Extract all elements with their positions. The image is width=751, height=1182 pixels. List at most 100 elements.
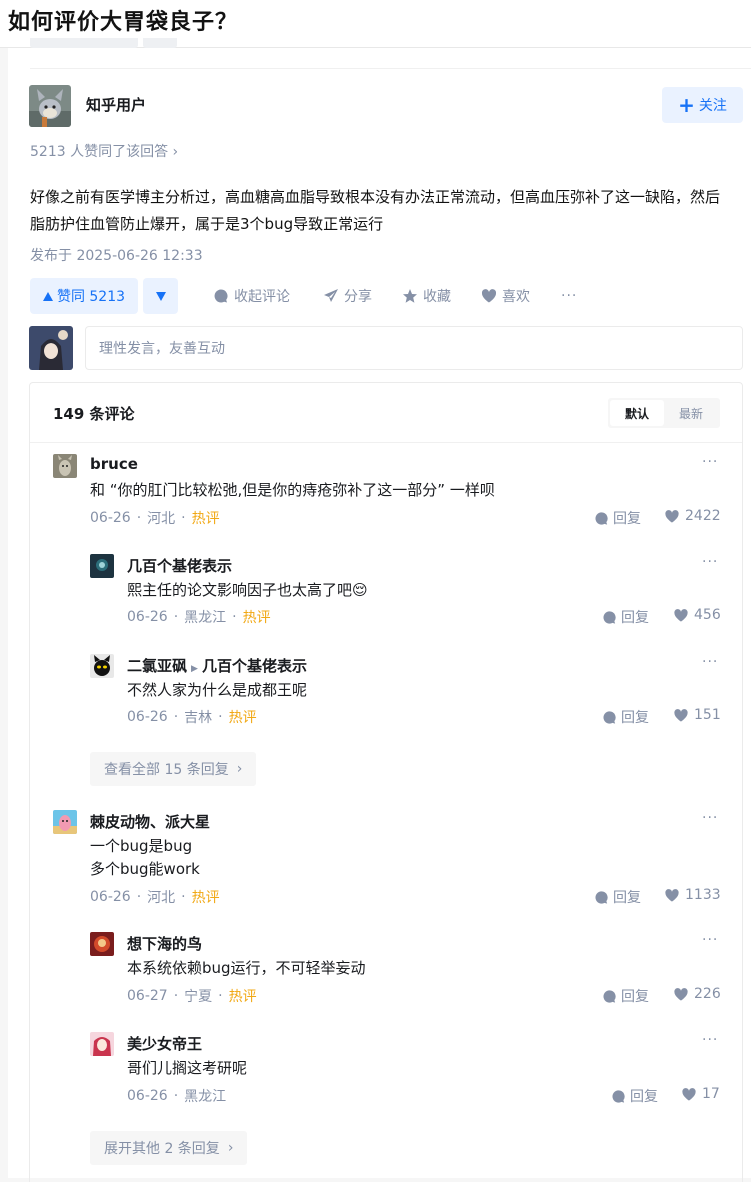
collapse-comments-label: 收起评论: [234, 289, 290, 305]
reply-target[interactable]: 几百个基佬表示: [202, 657, 307, 675]
triangle-down-icon: [155, 291, 166, 301]
comment-text-line: 多个bug能work: [90, 860, 200, 878]
reply-arrow-icon: ▶: [191, 664, 198, 674]
comment-text: 不然人家为什么是成都王呢: [127, 681, 308, 699]
like-count: 17: [702, 1086, 720, 1102]
comment-author[interactable]: bruce: [90, 455, 138, 473]
like-count: 1133: [685, 887, 721, 903]
sort-newest-tab[interactable]: 最新: [664, 400, 718, 426]
comments-section: 149 条评论 默认 最新 bruce ··· 和 “你的肛门比较松弛,但是你的…: [29, 382, 743, 1182]
comment-input-placeholder: 理性发言，友善互动: [99, 341, 225, 357]
comment-meta: 06-26 · 河北 · 热评: [90, 510, 220, 527]
comment-text-line: 一个bug是bug: [90, 837, 193, 855]
reply-button[interactable]: 回复: [611, 1086, 658, 1106]
question-title[interactable]: 如何评价大胃袋良子？: [8, 4, 238, 36]
like-count: 2422: [685, 508, 721, 524]
comment-like-button[interactable]: 151: [673, 707, 721, 723]
reply-button[interactable]: 回复: [602, 607, 649, 627]
favorite-label: 收藏: [423, 289, 451, 305]
more-actions-button[interactable]: ···: [561, 278, 577, 314]
comment-author[interactable]: 几百个基佬表示: [127, 555, 232, 576]
triangle-up-icon: [42, 291, 53, 301]
answer-body: 好像之前有医学博主分析过，高血糖高血脂导致根本没有办法正常流动，但高血压弥补了这…: [30, 188, 721, 233]
like-count: 226: [694, 986, 721, 1002]
reply-button[interactable]: 回复: [602, 986, 649, 1006]
comment-text: 熙主任的论文影响因子也太高了吧😌: [127, 581, 368, 599]
hot-badge: 热评: [191, 511, 220, 527]
answer-card: 知乎用户 + 关注 5213 人赞同了该回答 › 好像之前有医学博主分析过，高血…: [8, 48, 751, 1182]
comment-meta: 06-27 · 宁夏 · 热评: [127, 988, 257, 1005]
comment-like-button[interactable]: 456: [673, 607, 721, 623]
comment-input[interactable]: 理性发言，友善互动: [85, 326, 743, 370]
comment-more-button[interactable]: ···: [702, 554, 718, 570]
divider: [30, 68, 751, 69]
comment-text: 本系统依赖bug运行，不可轻举妄动: [127, 959, 366, 977]
avatar[interactable]: [53, 454, 77, 478]
heart-icon: [674, 708, 688, 722]
collapse-comments-button[interactable]: 收起评论: [213, 278, 290, 314]
share-button[interactable]: 分享: [323, 278, 372, 314]
comment-more-button[interactable]: ···: [702, 654, 718, 670]
publish-time: 发布于 2025-06-26 12:33: [30, 248, 203, 264]
expand-replies-button[interactable]: 展开其他 2 条回复 ›: [90, 1131, 248, 1165]
current-user-avatar: [29, 326, 73, 370]
comment-bubble-icon: [214, 289, 228, 303]
upvote-summary[interactable]: 5213 人赞同了该回答 ›: [30, 141, 178, 161]
chevron-right-icon: ›: [236, 761, 243, 777]
comment-meta: 06-26 · 河北 · 热评: [90, 889, 220, 906]
avatar[interactable]: [53, 810, 77, 834]
comment-like-button[interactable]: 17: [681, 1086, 720, 1102]
hot-badge: 热评: [191, 890, 220, 906]
avatar[interactable]: [90, 654, 114, 678]
comment-meta: 06-26 · 黑龙江: [127, 1088, 227, 1105]
comment-more-button[interactable]: ···: [702, 454, 718, 470]
comment-date: 06-26: [90, 510, 131, 526]
comment-author[interactable]: 棘皮动物、派大星: [90, 811, 210, 832]
comment-author[interactable]: 二氯亚砜: [127, 657, 187, 675]
reply-button[interactable]: 回复: [594, 887, 641, 907]
avatar[interactable]: [90, 1032, 114, 1056]
avatar[interactable]: [90, 554, 114, 578]
hot-badge: 热评: [242, 610, 271, 626]
comment-bubble-icon: [603, 610, 616, 624]
expand-replies-button[interactable]: 查看全部 15 条回复 ›: [90, 752, 257, 786]
comment-text: 和 “你的肛门比较松弛,但是你的痔疮弥补了这一部分” 一样呗: [90, 481, 495, 499]
avatar[interactable]: [90, 932, 114, 956]
comment-meta: 06-26 · 黑龙江 · 热评: [127, 609, 271, 626]
follow-label: 关注: [698, 98, 727, 114]
question-more-button[interactable]: [143, 38, 177, 48]
comment-author[interactable]: 想下海的鸟: [127, 933, 202, 954]
like-button[interactable]: 喜欢: [481, 278, 530, 314]
upvote-button[interactable]: 赞同 5213: [30, 278, 138, 314]
reply-button[interactable]: 回复: [594, 508, 641, 528]
comment-author-line: 二氯亚砜 ▶ 几百个基佬表示: [127, 655, 307, 676]
like-label: 喜欢: [502, 289, 530, 305]
author-avatar[interactable]: [29, 85, 71, 127]
star-icon: [403, 289, 417, 303]
share-label: 分享: [344, 289, 372, 305]
comment-more-button[interactable]: ···: [702, 1032, 718, 1048]
sort-default-tab[interactable]: 默认: [610, 400, 664, 426]
follow-button[interactable]: + 关注: [662, 87, 743, 123]
comment-bubble-icon: [595, 511, 608, 525]
action-bar: 赞同 5213 收起评论 分享 收藏 喜欢 ···: [30, 278, 750, 314]
comment-like-button[interactable]: 226: [673, 986, 721, 1002]
comment-bubble-icon: [595, 890, 608, 904]
comment-more-button[interactable]: ···: [702, 932, 718, 948]
heart-icon: [665, 888, 679, 902]
comment-bubble-icon: [603, 989, 616, 1003]
comment-like-button[interactable]: 2422: [664, 508, 721, 524]
comment-more-button[interactable]: ···: [702, 810, 718, 826]
author-name[interactable]: 知乎用户: [86, 94, 146, 115]
downvote-button[interactable]: [143, 278, 178, 314]
comment-author[interactable]: 美少女帝王: [127, 1033, 202, 1054]
chevron-right-icon: ›: [227, 1140, 234, 1156]
question-action-button[interactable]: [30, 38, 138, 48]
heart-icon: [665, 509, 679, 523]
paper-plane-icon: [324, 289, 338, 302]
favorite-button[interactable]: 收藏: [402, 278, 451, 314]
reply-button[interactable]: 回复: [602, 707, 649, 727]
comment-bubble-icon: [612, 1089, 625, 1103]
like-count: 456: [694, 607, 721, 623]
comment-like-button[interactable]: 1133: [664, 887, 721, 903]
